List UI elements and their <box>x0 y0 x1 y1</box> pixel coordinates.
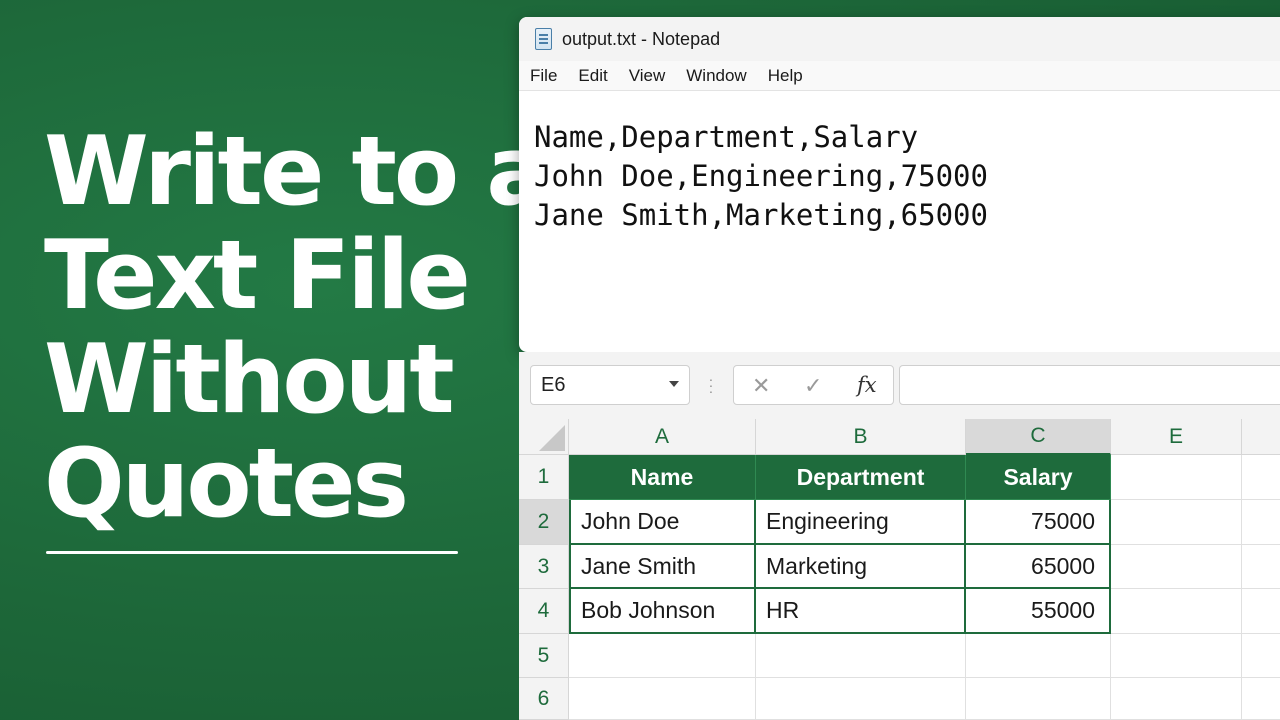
formula-buttons: ✕ ✓ fx <box>733 365 894 405</box>
cell-b6[interactable] <box>756 678 966 720</box>
cell-b4[interactable]: HR <box>756 589 966 634</box>
name-box[interactable]: E6 <box>530 365 690 405</box>
cell-e6[interactable] <box>1111 678 1242 720</box>
formula-bar: E6 · · · ✕ ✓ fx <box>519 352 1280 418</box>
cell-b5[interactable] <box>756 634 966 678</box>
row-header-6[interactable]: 6 <box>519 678 569 720</box>
row-header-1[interactable]: 1 <box>519 455 569 500</box>
cell-b1[interactable]: Department <box>756 455 966 500</box>
cell-c2[interactable]: 75000 <box>966 500 1111 545</box>
menu-help[interactable]: Help <box>768 64 803 88</box>
row-header-4[interactable]: 4 <box>519 589 569 634</box>
name-box-value: E6 <box>541 373 566 396</box>
cell-b3[interactable]: Marketing <box>756 545 966 589</box>
cell-f5[interactable] <box>1242 634 1280 678</box>
cell-b2[interactable]: Engineering <box>756 500 966 545</box>
cell-e3[interactable] <box>1111 545 1242 589</box>
formula-input[interactable] <box>899 365 1280 405</box>
cell-e4[interactable] <box>1111 589 1242 634</box>
cell-f4[interactable] <box>1242 589 1280 634</box>
cell-f1[interactable] <box>1242 455 1280 500</box>
notepad-line-3: Jane Smith,Marketing,65000 <box>534 198 988 232</box>
cell-f6[interactable] <box>1242 678 1280 720</box>
menu-edit[interactable]: Edit <box>578 64 607 88</box>
notepad-titlebar[interactable]: output.txt - Notepad <box>519 17 1280 61</box>
cell-a2[interactable]: John Doe <box>569 500 756 545</box>
cancel-icon[interactable]: ✕ <box>752 373 770 399</box>
cell-c3[interactable]: 65000 <box>966 545 1111 589</box>
more-options-icon[interactable]: · · · <box>708 372 714 398</box>
chevron-down-icon[interactable] <box>669 381 679 387</box>
headline-line-4: Quotes <box>44 429 409 539</box>
cell-a1[interactable]: Name <box>569 455 756 500</box>
cell-f3[interactable] <box>1242 545 1280 589</box>
headline-line-3: Without <box>44 325 455 435</box>
enter-check-icon[interactable]: ✓ <box>804 373 822 399</box>
cell-c6[interactable] <box>966 678 1111 720</box>
cell-e2[interactable] <box>1111 500 1242 545</box>
row-header-5[interactable]: 5 <box>519 634 569 678</box>
spreadsheet-grid: A B C E 1 2 3 4 5 6 Name Department Sala… <box>519 419 1280 720</box>
headline-underline <box>46 551 458 554</box>
notepad-menubar: File Edit View Window Help <box>519 61 1280 91</box>
headline: Write to a Text File Without Quotes <box>44 117 550 539</box>
notepad-line-2: John Doe,Engineering,75000 <box>534 159 988 193</box>
column-header-b[interactable]: B <box>756 419 966 455</box>
cell-c5[interactable] <box>966 634 1111 678</box>
notepad-title: output.txt - Notepad <box>562 28 721 49</box>
column-header-next[interactable] <box>1242 419 1280 455</box>
column-header-e[interactable]: E <box>1111 419 1242 455</box>
headline-line-1: Write to a <box>44 117 550 227</box>
select-all-corner[interactable] <box>519 419 569 455</box>
notepad-line-1: Name,Department,Salary <box>534 120 919 154</box>
column-header-a[interactable]: A <box>569 419 756 455</box>
excel-sheet: E6 · · · ✕ ✓ fx A B C E 1 2 3 4 5 6 Name D… <box>519 352 1280 720</box>
row-header-3[interactable]: 3 <box>519 545 569 589</box>
notepad-text-area[interactable]: Name,Department,Salary John Doe,Engineeri… <box>519 91 1280 235</box>
cell-f2[interactable] <box>1242 500 1280 545</box>
notepad-document-icon <box>535 28 552 50</box>
cell-a6[interactable] <box>569 678 756 720</box>
cell-c4[interactable]: 55000 <box>966 589 1111 634</box>
menu-window[interactable]: Window <box>686 64 746 88</box>
menu-view[interactable]: View <box>629 64 666 88</box>
headline-line-2: Text File <box>44 221 471 331</box>
notepad-window: output.txt - Notepad File Edit View Wind… <box>519 17 1280 352</box>
cell-e1[interactable] <box>1111 455 1242 500</box>
column-header-c[interactable]: C <box>966 419 1111 455</box>
cell-a3[interactable]: Jane Smith <box>569 545 756 589</box>
cell-a4[interactable]: Bob Johnson <box>569 589 756 634</box>
row-header-2[interactable]: 2 <box>519 500 569 545</box>
cell-c1[interactable]: Salary <box>966 455 1111 500</box>
cell-a5[interactable] <box>569 634 756 678</box>
insert-function-icon[interactable]: fx <box>857 373 877 397</box>
cell-e5[interactable] <box>1111 634 1242 678</box>
menu-file[interactable]: File <box>530 64 557 88</box>
